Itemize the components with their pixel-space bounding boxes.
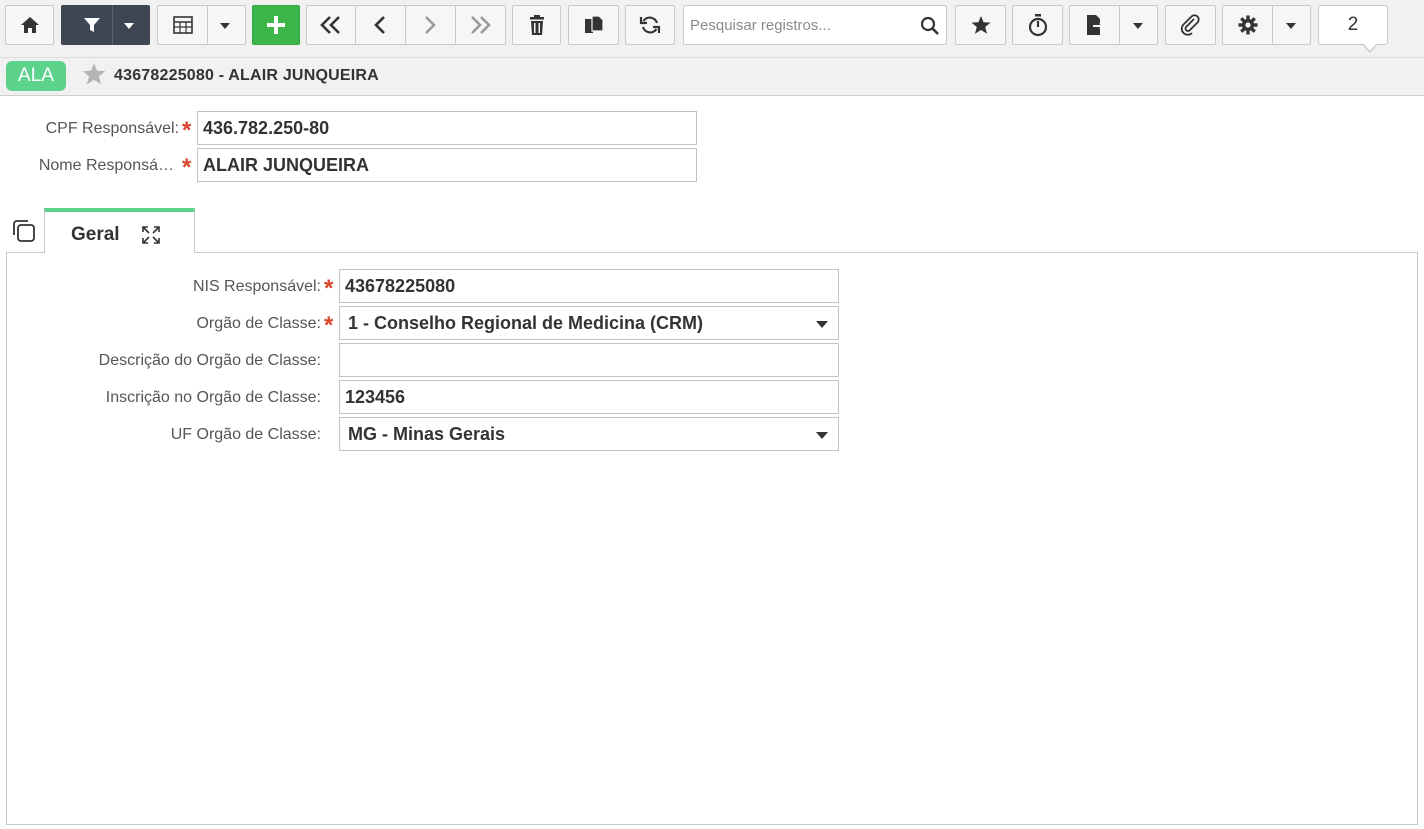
nis-field[interactable]: 43678225080 (339, 269, 839, 303)
cpf-label: CPF Responsável: (45, 120, 179, 137)
orgao-classe-value: 1 - Conselho Regional de Medicina (CRM) (348, 313, 704, 333)
export-button[interactable] (1069, 5, 1158, 45)
tab-geral-label: Geral (71, 224, 120, 245)
record-title-bar: ALA 43678225080 - ALAIR JUNQUEIRA (0, 58, 1424, 96)
delete-button[interactable] (512, 5, 561, 45)
favorites-button[interactable] (955, 5, 1006, 45)
home-icon (20, 17, 39, 33)
filter-icon (83, 18, 100, 32)
export-icon (1086, 15, 1105, 35)
cpf-field[interactable]: 436.782.250-80 (197, 111, 697, 145)
home-button[interactable] (5, 5, 54, 45)
paperclip-icon (1180, 14, 1200, 36)
prev-icon (374, 16, 385, 34)
settings-dropdown-caret[interactable] (1286, 23, 1296, 29)
record-badge: ALA (6, 61, 66, 91)
nome-required-mark: * (182, 154, 192, 181)
gear-icon (1238, 15, 1257, 35)
last-record-button[interactable] (467, 14, 493, 41)
attachments-button[interactable] (1165, 5, 1216, 45)
copy-icon (584, 15, 604, 33)
orgao-classe-label: Orgão de Classe: (196, 315, 321, 332)
toolbar: 2 (0, 0, 1424, 58)
uf-label: UF Orgão de Classe: (170, 426, 321, 443)
nis-label: NIS Responsável: (192, 278, 321, 295)
timer-button[interactable] (1012, 5, 1063, 45)
duplicate-button[interactable] (568, 5, 619, 45)
next-icon (425, 16, 436, 34)
grid-view-button[interactable] (157, 5, 246, 45)
inscricao-field[interactable]: 123456 (339, 380, 839, 414)
previous-record-button[interactable] (372, 14, 388, 41)
record-counter[interactable]: 2 (1318, 5, 1388, 45)
next-record-button[interactable] (422, 14, 438, 41)
copy-tab-icon[interactable] (11, 218, 37, 249)
uf-value: MG - Minas Gerais (348, 424, 506, 444)
expand-icon[interactable] (141, 225, 161, 250)
nome-label: Nome Responsá… (38, 157, 174, 174)
chevron-down-icon[interactable] (816, 432, 828, 439)
favorite-star-icon[interactable] (81, 61, 107, 92)
chevron-down-icon[interactable] (816, 321, 828, 328)
orgao-classe-select[interactable]: 1 - Conselho Regional de Medicina (CRM) (339, 306, 839, 340)
timer-icon (1028, 14, 1047, 37)
nome-field[interactable]: ALAIR JUNQUEIRA (197, 148, 697, 182)
grid-dropdown-caret[interactable] (220, 23, 230, 29)
star-icon (971, 16, 990, 34)
orgao-classe-required-mark: * (324, 312, 334, 339)
filter-dropdown-caret[interactable] (124, 23, 134, 29)
search-input[interactable] (690, 14, 910, 36)
grid-icon (172, 16, 193, 34)
first-icon (320, 16, 340, 34)
plus-icon (267, 16, 285, 34)
record-title: 43678225080 - ALAIR JUNQUEIRA (114, 67, 379, 84)
cpf-required-mark: * (182, 117, 192, 144)
add-button[interactable] (252, 5, 300, 45)
search-icon[interactable] (920, 16, 940, 41)
refresh-button[interactable] (625, 5, 675, 45)
filter-button[interactable] (61, 5, 150, 45)
search-box (683, 5, 947, 45)
last-icon (471, 16, 491, 34)
refresh-icon (639, 16, 661, 34)
export-dropdown-caret[interactable] (1133, 23, 1143, 29)
first-record-button[interactable] (318, 14, 344, 41)
trash-icon (529, 15, 544, 35)
nis-required-mark: * (324, 275, 334, 302)
inscricao-label: Inscrição no Orgão de Classe: (105, 389, 321, 406)
uf-select[interactable]: MG - Minas Gerais (339, 417, 839, 451)
descricao-label: Descrição do Orgão de Classe: (98, 352, 321, 369)
settings-button[interactable] (1222, 5, 1311, 45)
tab-geral[interactable]: Geral (44, 208, 195, 253)
descricao-field[interactable] (339, 343, 839, 377)
